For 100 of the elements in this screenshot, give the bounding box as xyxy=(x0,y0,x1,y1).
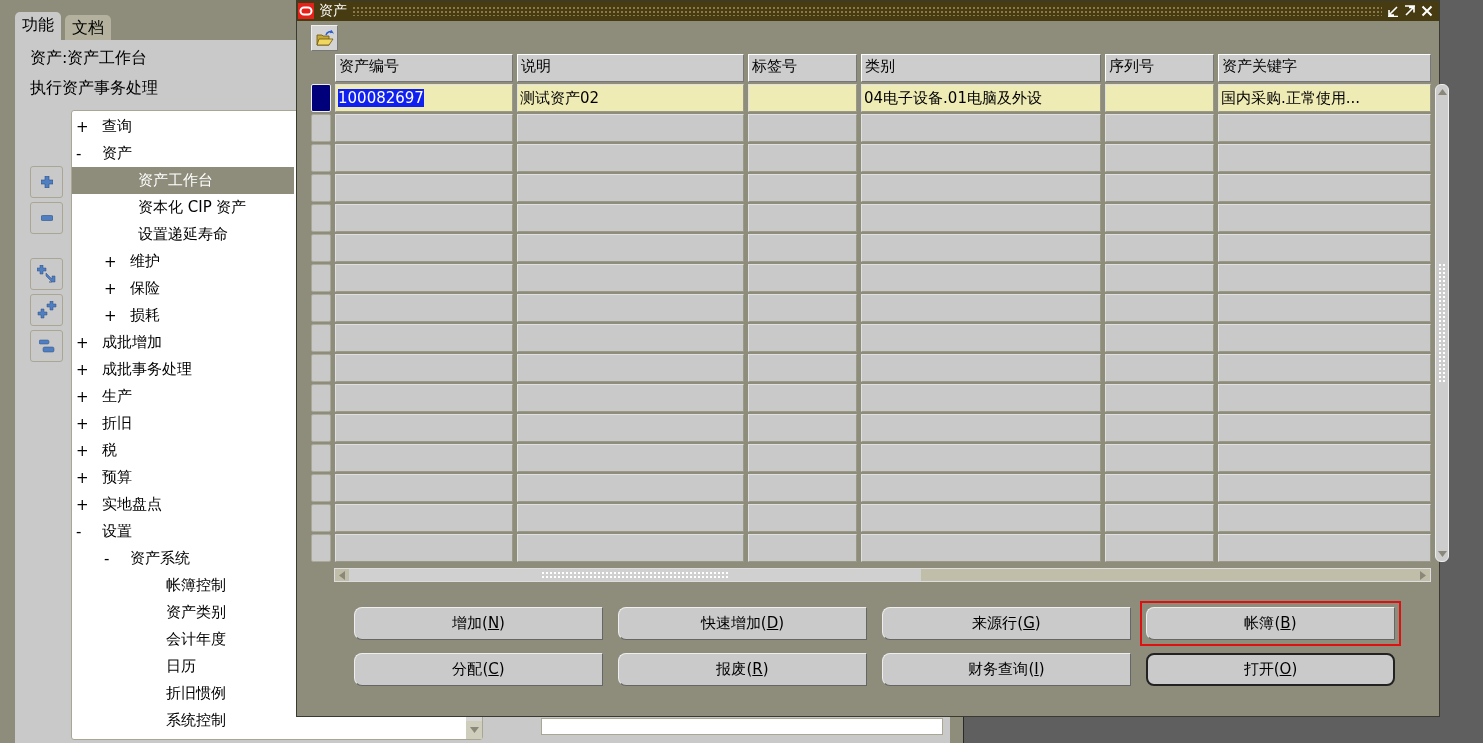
right-arrow-icon[interactable] xyxy=(1420,570,1426,580)
table-cell[interactable] xyxy=(517,444,744,472)
tree-item[interactable]: - 资产系统 xyxy=(72,545,294,572)
table-cell[interactable] xyxy=(748,444,857,472)
table-cell[interactable] xyxy=(748,474,857,502)
table-cell[interactable] xyxy=(1218,294,1431,322)
collapse-button[interactable] xyxy=(30,202,63,234)
action-button[interactable]: 快速增加(D) xyxy=(618,607,867,640)
table-cell[interactable] xyxy=(1105,324,1214,352)
action-button[interactable]: 报废(R) xyxy=(618,653,867,686)
table-cell[interactable] xyxy=(748,384,857,412)
maximize-icon[interactable] xyxy=(1404,5,1416,17)
table-cell[interactable] xyxy=(1218,414,1431,442)
table-cell[interactable] xyxy=(748,324,857,352)
table-cell[interactable] xyxy=(517,144,744,172)
table-cell[interactable] xyxy=(1105,84,1214,112)
table-cell[interactable] xyxy=(517,234,744,262)
tree-item[interactable]: + 成批事务处理 xyxy=(72,356,294,383)
table-cell[interactable] xyxy=(335,114,513,142)
tab[interactable]: 文档 xyxy=(65,15,111,43)
vertical-scrollbar[interactable] xyxy=(1435,84,1449,562)
table-cell[interactable]: 04电子设备.01电脑及外设 xyxy=(861,84,1101,112)
table-cell[interactable] xyxy=(748,234,857,262)
down-arrow-icon[interactable] xyxy=(1437,551,1447,557)
table-cell[interactable] xyxy=(335,324,513,352)
toggle-sign[interactable]: + xyxy=(104,306,130,325)
column-header[interactable]: 资产关键字 xyxy=(1218,54,1431,82)
table-cell[interactable] xyxy=(1218,174,1431,202)
table-cell[interactable] xyxy=(861,204,1101,232)
table-cell[interactable] xyxy=(861,354,1101,382)
expand-all-button[interactable] xyxy=(30,294,63,326)
table-cell[interactable] xyxy=(335,384,513,412)
table-cell[interactable] xyxy=(748,144,857,172)
tree-item[interactable]: + 生产 xyxy=(72,383,294,410)
tree-item[interactable]: + 税 xyxy=(72,437,294,464)
tree-item[interactable]: 系统控制 xyxy=(72,707,294,734)
table-cell[interactable] xyxy=(1105,144,1214,172)
tree-item[interactable]: 资本化 CIP 资产 xyxy=(72,194,294,221)
table-cell[interactable] xyxy=(1105,294,1214,322)
tree-item[interactable]: 日历 xyxy=(72,653,294,680)
toggle-sign[interactable]: + xyxy=(104,252,130,271)
table-cell[interactable] xyxy=(1105,174,1214,202)
table-cell[interactable] xyxy=(861,174,1101,202)
table-cell[interactable] xyxy=(748,84,857,112)
toggle-sign[interactable]: - xyxy=(104,549,130,568)
table-cell[interactable] xyxy=(748,414,857,442)
table-cell[interactable] xyxy=(1218,504,1431,532)
table-cell[interactable] xyxy=(1218,354,1431,382)
toggle-sign[interactable]: - xyxy=(76,144,102,163)
table-cell[interactable] xyxy=(517,534,744,562)
tree-item[interactable]: 帐簿控制 xyxy=(72,572,294,599)
tree-item[interactable]: + 损耗 xyxy=(72,302,294,329)
tree-item[interactable]: - 资产 xyxy=(72,140,294,167)
tree-item[interactable]: + 实地盘点 xyxy=(72,491,294,518)
action-button[interactable]: 分配(C) xyxy=(354,653,603,686)
action-button[interactable]: 财务查询(I) xyxy=(882,653,1131,686)
table-cell[interactable] xyxy=(335,174,513,202)
table-cell[interactable] xyxy=(861,114,1101,142)
table-cell[interactable] xyxy=(748,504,857,532)
table-cell[interactable] xyxy=(517,294,744,322)
table-cell[interactable] xyxy=(335,504,513,532)
table-cell[interactable] xyxy=(748,174,857,202)
table-cell[interactable] xyxy=(1105,204,1214,232)
table-cell[interactable]: 100082697 xyxy=(335,84,513,112)
toggle-sign[interactable]: + xyxy=(76,333,102,352)
tree-item[interactable]: + 成批增加 xyxy=(72,329,294,356)
table-cell[interactable] xyxy=(1218,534,1431,562)
table-cell[interactable] xyxy=(517,174,744,202)
tree-item[interactable]: + 维护 xyxy=(72,248,294,275)
table-cell[interactable] xyxy=(861,534,1101,562)
table-cell[interactable] xyxy=(861,414,1101,442)
action-button[interactable]: 打开(O) xyxy=(1146,653,1395,686)
table-cell[interactable] xyxy=(335,264,513,292)
table-cell[interactable] xyxy=(861,264,1101,292)
table-cell[interactable] xyxy=(335,354,513,382)
table-cell[interactable] xyxy=(335,294,513,322)
table-cell[interactable] xyxy=(861,294,1101,322)
tree-item[interactable]: - 设置 xyxy=(72,518,294,545)
text-area[interactable] xyxy=(541,718,943,735)
table-cell[interactable] xyxy=(517,114,744,142)
table-cell[interactable] xyxy=(335,234,513,262)
column-header[interactable]: 说明 xyxy=(517,54,744,82)
table-cell[interactable] xyxy=(1105,354,1214,382)
table-cell[interactable] xyxy=(748,114,857,142)
table-cell[interactable] xyxy=(1218,474,1431,502)
table-cell[interactable] xyxy=(517,354,744,382)
table-cell[interactable] xyxy=(1105,114,1214,142)
table-cell[interactable] xyxy=(1105,534,1214,562)
toggle-sign[interactable]: + xyxy=(76,441,102,460)
tree-item[interactable]: 设置递延寿命 xyxy=(72,221,294,248)
table-cell[interactable] xyxy=(1105,474,1214,502)
toggle-sign[interactable]: + xyxy=(76,117,102,136)
expand-branch-button[interactable] xyxy=(30,258,63,290)
table-cell[interactable] xyxy=(748,534,857,562)
minimize-icon[interactable] xyxy=(1387,5,1399,17)
table-cell[interactable] xyxy=(517,474,744,502)
horizontal-scrollbar[interactable] xyxy=(334,568,1431,582)
table-cell[interactable] xyxy=(517,264,744,292)
tree-item[interactable]: + 折旧 xyxy=(72,410,294,437)
table-cell[interactable] xyxy=(335,534,513,562)
